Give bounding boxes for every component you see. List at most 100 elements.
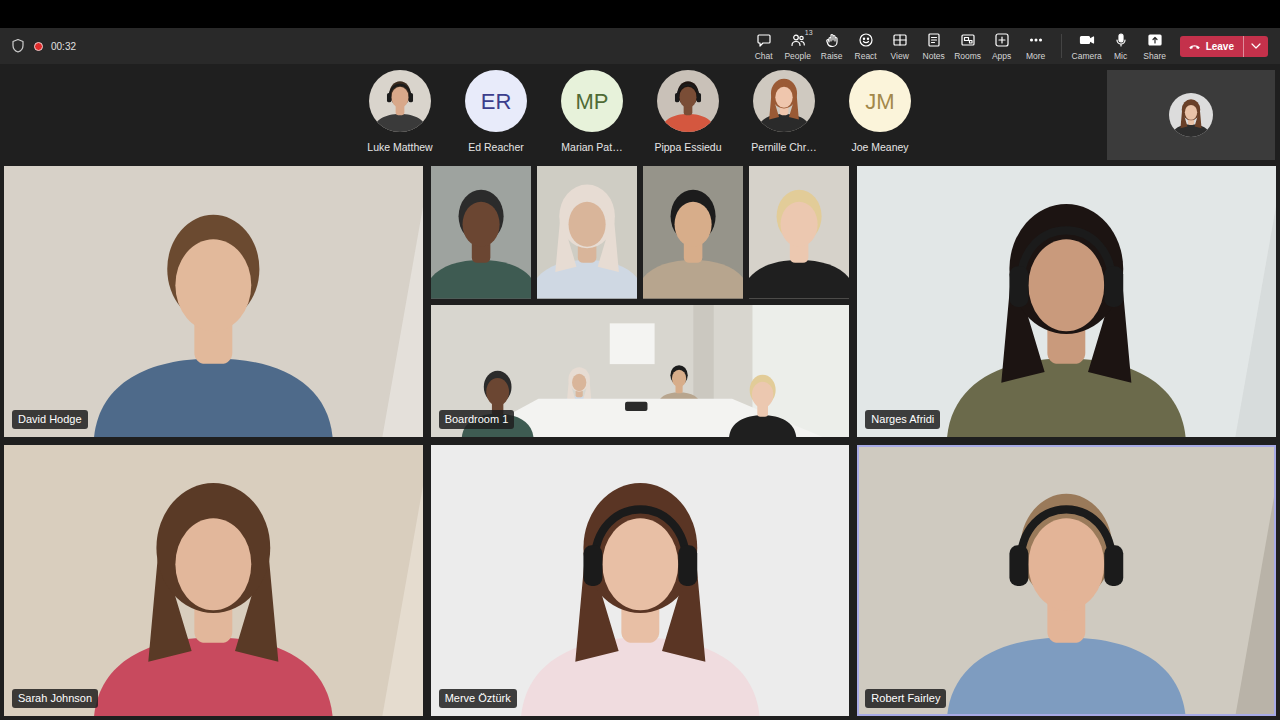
apps-icon bbox=[994, 32, 1010, 48]
rooms-icon-wrap bbox=[960, 32, 976, 48]
title-strip bbox=[0, 0, 1280, 28]
tile-name-label: Boardroom 1 bbox=[439, 410, 515, 429]
participant-item[interactable]: Luke Matthew bbox=[352, 64, 448, 166]
grid-button[interactable]: View bbox=[883, 32, 917, 61]
room-feeds bbox=[431, 166, 850, 437]
leave-main[interactable]: Leave bbox=[1180, 39, 1243, 54]
participant-item[interactable]: Pernille Chr… bbox=[736, 64, 832, 166]
self-view[interactable] bbox=[1107, 70, 1275, 160]
mic-icon-wrap bbox=[1113, 32, 1129, 48]
person-photo bbox=[431, 166, 531, 299]
button-label: Apps bbox=[992, 52, 1011, 61]
share-icon-wrap bbox=[1147, 32, 1163, 48]
meeting-controls: Chat 13People Raise React View Notes Rooms Apps… bbox=[747, 32, 1268, 61]
self-photo bbox=[1169, 93, 1213, 137]
more-icon-wrap bbox=[1028, 32, 1044, 48]
video-tile[interactable]: Robert Fairley bbox=[857, 445, 1276, 716]
share-icon bbox=[1147, 32, 1163, 48]
participant-item[interactable]: ER Ed Reacher bbox=[448, 64, 544, 166]
avatar-photo bbox=[753, 70, 815, 132]
mic-button[interactable]: Mic bbox=[1104, 32, 1138, 61]
people-button[interactable]: 13People bbox=[781, 32, 815, 61]
shield-icon bbox=[10, 38, 26, 54]
speaker-frame bbox=[857, 445, 1276, 716]
mic-icon bbox=[1113, 32, 1129, 48]
video-grid: David Hodge Boardroom 1 Narges Afridi Sarah… bbox=[0, 166, 1280, 720]
participant-item[interactable]: JMJoe Meaney bbox=[832, 64, 928, 166]
grid-icon bbox=[892, 32, 908, 48]
share-button[interactable]: Share bbox=[1138, 32, 1172, 61]
video-photo bbox=[4, 166, 423, 437]
recording-indicator bbox=[34, 42, 43, 51]
avatar-initials: ER bbox=[481, 85, 512, 118]
room-person-feed bbox=[431, 166, 531, 299]
grid-icon-wrap bbox=[892, 32, 908, 48]
leave-options[interactable] bbox=[1243, 36, 1268, 57]
button-label: Rooms bbox=[954, 52, 981, 61]
button-label: Chat bbox=[755, 52, 773, 61]
person-photo bbox=[643, 166, 743, 299]
video-tile[interactable]: Sarah Johnson bbox=[4, 445, 423, 716]
meeting-toolbar: 00:32 Chat 13People Raise React View Notes Roo… bbox=[0, 28, 1280, 64]
rooms-button[interactable]: Rooms bbox=[951, 32, 985, 61]
apps-button[interactable]: Apps bbox=[985, 32, 1019, 61]
tile-name-label: David Hodge bbox=[12, 410, 88, 429]
smiley-button[interactable]: React bbox=[849, 32, 883, 61]
more-button[interactable]: More bbox=[1019, 32, 1053, 61]
participant-avatar bbox=[753, 70, 815, 132]
button-label: View bbox=[891, 52, 909, 61]
button-label: Mic bbox=[1114, 52, 1127, 61]
room-person-feed bbox=[749, 166, 849, 299]
rooms-icon bbox=[960, 32, 976, 48]
participant-avatar bbox=[369, 70, 431, 132]
participant-name: Luke Matthew bbox=[367, 141, 432, 154]
participant-name: Joe Meaney bbox=[851, 141, 908, 154]
button-label: Notes bbox=[923, 52, 945, 61]
video-tile[interactable]: Merve Öztürk bbox=[431, 445, 850, 716]
tile-name-label: Merve Öztürk bbox=[439, 689, 517, 708]
notes-icon-wrap bbox=[926, 32, 942, 48]
participant-name: Pernille Chr… bbox=[751, 141, 816, 154]
participant-avatar: ER bbox=[465, 70, 527, 132]
chat-icon-wrap bbox=[756, 32, 772, 48]
hand-icon bbox=[824, 32, 840, 48]
participant-name: Ed Reacher bbox=[468, 141, 523, 154]
speaker-frame bbox=[4, 166, 423, 437]
meeting-timer: 00:32 bbox=[51, 39, 76, 54]
smiley-icon bbox=[858, 32, 874, 48]
count-badge: 13 bbox=[805, 29, 813, 36]
speaker-frame bbox=[4, 445, 423, 716]
video-tile[interactable]: David Hodge bbox=[4, 166, 423, 437]
person-photo bbox=[749, 166, 849, 299]
speaker-frame bbox=[431, 445, 850, 716]
apps-icon-wrap bbox=[994, 32, 1010, 48]
room-person-feed bbox=[537, 166, 637, 299]
video-tile[interactable]: Narges Afridi bbox=[857, 166, 1276, 437]
speaker-frame bbox=[431, 166, 850, 437]
more-icon bbox=[1028, 32, 1044, 48]
camera-icon bbox=[1079, 32, 1095, 48]
self-avatar bbox=[1169, 93, 1213, 137]
avatar-photo bbox=[369, 70, 431, 132]
chat-button[interactable]: Chat bbox=[747, 32, 781, 61]
leave-label: Leave bbox=[1206, 39, 1234, 54]
avatar-photo bbox=[657, 70, 719, 132]
notes-button[interactable]: Notes bbox=[917, 32, 951, 61]
leave-button[interactable]: Leave bbox=[1180, 36, 1268, 57]
phone-icon bbox=[1188, 40, 1201, 53]
button-label: Share bbox=[1143, 52, 1166, 61]
participant-item[interactable]: MPMarian Pat… bbox=[544, 64, 640, 166]
toolbar-separator bbox=[1061, 34, 1062, 58]
hand-icon-wrap bbox=[824, 32, 840, 48]
video-tile[interactable]: Boardroom 1 bbox=[431, 166, 850, 437]
participant-item[interactable]: Pippa Essiedu bbox=[640, 64, 736, 166]
button-label: More bbox=[1026, 52, 1045, 61]
button-label: Raise bbox=[821, 52, 843, 61]
hand-button[interactable]: Raise bbox=[815, 32, 849, 61]
speaker-frame bbox=[857, 166, 1276, 437]
button-label: React bbox=[855, 52, 877, 61]
notes-icon bbox=[926, 32, 942, 48]
camera-icon-wrap bbox=[1079, 32, 1095, 48]
camera-button[interactable]: Camera bbox=[1070, 32, 1104, 61]
people-icon bbox=[790, 32, 806, 48]
